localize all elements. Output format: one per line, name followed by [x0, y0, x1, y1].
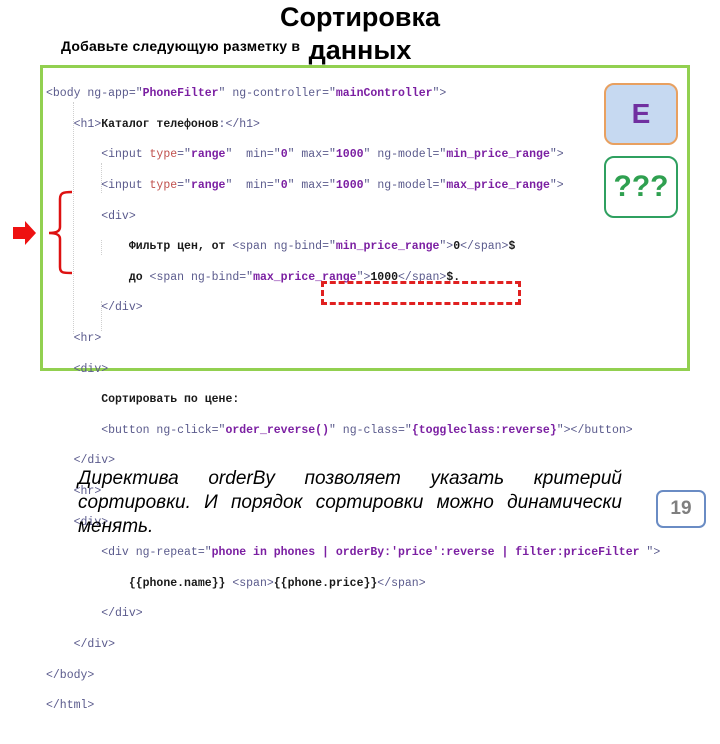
- code-line-16: <div ng-repeat="phone in phones | orderB…: [101, 546, 661, 560]
- code-line-1: <body ng-app="PhoneFilter" ng-controller…: [46, 87, 447, 101]
- code-line-6: Фильтр цен, от <span ng-bind="min_price_…: [128, 240, 516, 254]
- slide-title: Сортировка данных: [0, 2, 720, 65]
- page-number: 19: [656, 490, 706, 528]
- red-arrow-icon: [13, 221, 36, 245]
- code-line-2: <h1>Каталог телефонов:</h1>: [73, 117, 260, 131]
- code-line-18: </div>: [101, 607, 143, 621]
- description-text: Директива orderBy позволяет указать крит…: [78, 468, 622, 537]
- subtitle: Добавьте следующую разметку в: [61, 38, 301, 54]
- code-line-19: </div>: [73, 637, 116, 651]
- orderby-highlight-box: [321, 281, 521, 305]
- code-line-4: <input type="range" min="0" max="1000" n…: [101, 179, 564, 193]
- bracket-annotation: [13, 190, 73, 275]
- code-line-3: <input type="range" min="0" max="1000" n…: [101, 148, 564, 162]
- badge-e: E: [604, 83, 678, 145]
- code-line-17: {{phone.name}} <span>{{phone.price}}</sp…: [128, 576, 426, 590]
- code-line-11: Сортировать по цене:: [101, 393, 240, 407]
- code-line-10: <div>: [73, 362, 109, 376]
- code-line-5: <div>: [101, 209, 136, 223]
- curly-bracket-icon: [48, 190, 73, 275]
- code-text: <body ng-app="PhoneFilter" ng-controller…: [46, 71, 660, 744]
- code-line-12: <button ng-click="order_reverse()" ng-cl…: [101, 423, 633, 437]
- title-line-1: Сортировка: [279, 2, 441, 32]
- badge-question: ???: [604, 156, 678, 218]
- code-snippet: <body ng-app="PhoneFilter" ng-controller…: [40, 65, 690, 712]
- code-line-21: </html>: [46, 699, 95, 713]
- code-line-20: </body>: [46, 668, 95, 682]
- code-line-9: <hr>: [73, 332, 102, 346]
